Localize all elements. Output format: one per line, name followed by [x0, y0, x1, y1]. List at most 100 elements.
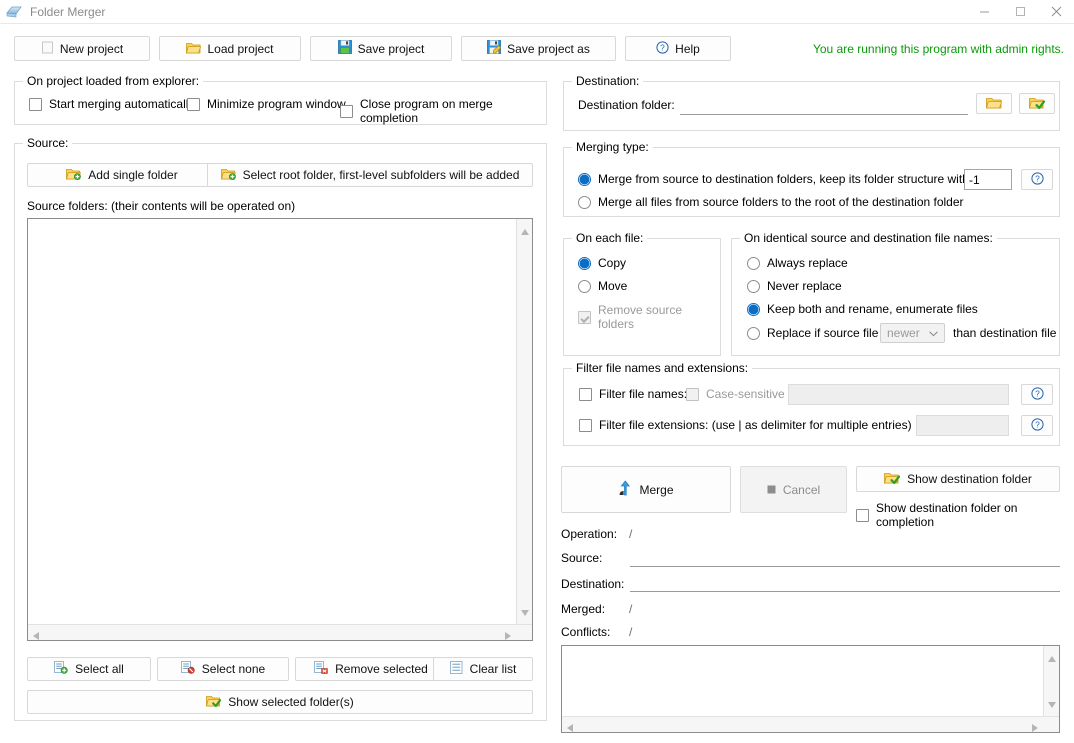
folder-check-icon: [1028, 96, 1046, 112]
filter-extensions-help-button[interactable]: ?: [1021, 415, 1053, 436]
checkbox-filter-file-names[interactable]: Filter file names:: [579, 387, 687, 401]
scroll-up-arrow-icon[interactable]: [521, 224, 529, 238]
explorer-options-title: On project loaded from explorer:: [23, 74, 204, 88]
radio-label: Merge from source to destination folders…: [598, 172, 1001, 186]
on-each-file-title: On each file:: [572, 231, 648, 245]
source-folders-listbox[interactable]: [27, 218, 533, 641]
select-root-folder-label: Select root folder, first-level subfolde…: [242, 168, 520, 182]
checkbox-box: [579, 387, 592, 401]
scroll-up-arrow-icon[interactable]: [1048, 651, 1056, 665]
status-value-conflicts: /: [629, 625, 633, 639]
filter-file-extensions-input[interactable]: [916, 415, 1009, 436]
radio-move[interactable]: Move: [578, 279, 627, 293]
show-destination-folder-label: Show destination folder: [907, 472, 1032, 486]
remove-selected-icon: [314, 661, 328, 677]
scroll-right-arrow-icon[interactable]: [505, 629, 511, 643]
explorer-options-group: On project loaded from explorer: Start m…: [14, 74, 547, 125]
select-all-icon: [54, 661, 68, 677]
filter-group-title: Filter file names and extensions:: [572, 361, 753, 375]
checkbox-show-destination-on-completion[interactable]: Show destination folder on completion: [856, 501, 1074, 529]
new-document-icon: [41, 41, 54, 57]
identical-names-group: On identical source and destination file…: [731, 231, 1060, 356]
show-destination-folder-icon-button[interactable]: [1019, 93, 1055, 114]
merge-arrow-icon: [618, 480, 632, 499]
checkbox-box: [686, 387, 699, 401]
radio-dot: [578, 195, 591, 209]
status-source-input: [630, 546, 1060, 567]
radio-label: Replace if source file is: [767, 326, 891, 340]
save-project-as-label: Save project as: [507, 41, 590, 56]
checkbox-close-program-on-merge-completion[interactable]: Close program on merge completion: [340, 97, 546, 125]
radio-dot: [578, 172, 591, 186]
checkbox-filter-file-extensions[interactable]: Filter file extensions: (use | as delimi…: [579, 418, 912, 432]
browse-destination-button[interactable]: [976, 93, 1012, 114]
checkbox-minimize-program-window[interactable]: Minimize program window: [187, 97, 346, 111]
log-horizontal-scrollbar[interactable]: [562, 716, 1059, 732]
radio-merge-keep-structure[interactable]: Merge from source to destination folders…: [578, 172, 1000, 186]
maximize-icon[interactable]: [1002, 0, 1038, 24]
open-folder-icon: [186, 41, 202, 57]
select-none-icon: [180, 661, 195, 677]
save-project-button[interactable]: Save project: [310, 36, 452, 61]
select-none-button[interactable]: Select none: [157, 657, 289, 681]
question-circle-icon: ?: [656, 40, 669, 57]
select-root-folder-button[interactable]: Select root folder, first-level subfolde…: [207, 163, 533, 187]
horizontal-scrollbar[interactable]: [28, 624, 532, 640]
source-group-title: Source:: [23, 136, 73, 150]
filter-names-help-button[interactable]: ?: [1021, 384, 1053, 405]
title-bar: Folder Merger: [0, 0, 1074, 24]
save-project-label: Save project: [357, 41, 425, 56]
checkbox-box: [187, 97, 200, 111]
scroll-down-arrow-icon[interactable]: [521, 605, 529, 619]
radio-copy[interactable]: Copy: [578, 256, 626, 270]
compare-suffix-label: than destination file: [953, 326, 1057, 340]
help-button[interactable]: ? Help: [625, 36, 731, 61]
minimize-icon[interactable]: [966, 0, 1002, 24]
radio-always-replace[interactable]: Always replace: [747, 256, 848, 270]
clear-list-button[interactable]: Clear list: [433, 657, 533, 681]
chevron-down-icon: [929, 326, 938, 340]
radio-label: Never replace: [767, 279, 842, 293]
merging-type-help-button[interactable]: ?: [1021, 169, 1053, 190]
radio-merge-all-to-root[interactable]: Merge all files from source folders to t…: [578, 195, 964, 209]
vertical-scrollbar[interactable]: [516, 219, 532, 640]
merging-type-title: Merging type:: [572, 140, 653, 154]
filter-file-names-input[interactable]: [788, 384, 1009, 405]
add-single-folder-button[interactable]: Add single folder: [27, 163, 217, 187]
scroll-left-arrow-icon[interactable]: [33, 629, 39, 643]
scroll-right-arrow-icon[interactable]: [1032, 721, 1038, 735]
checkbox-start-merging-automatically[interactable]: Start merging automatically: [29, 97, 194, 111]
radio-label: Keep both and rename, enumerate files: [767, 302, 978, 316]
radio-never-replace[interactable]: Never replace: [747, 279, 842, 293]
destination-folder-label: Destination folder:: [578, 98, 675, 112]
show-selected-folders-button[interactable]: Show selected folder(s): [27, 690, 533, 714]
identical-names-title: On identical source and destination file…: [740, 231, 997, 245]
close-icon[interactable]: [1038, 0, 1074, 24]
radio-keep-both-rename[interactable]: Keep both and rename, enumerate files: [747, 302, 978, 316]
save-project-as-button[interactable]: Save project as: [461, 36, 616, 61]
add-folder-icon: [66, 167, 82, 183]
new-project-button[interactable]: New project: [14, 36, 150, 61]
compare-newer-older-select[interactable]: newer: [880, 323, 945, 343]
checkbox-label: Filter file extensions: (use | as delimi…: [599, 418, 912, 432]
radio-label: Merge all files from source folders to t…: [598, 195, 964, 209]
load-project-button[interactable]: Load project: [159, 36, 301, 61]
scroll-left-arrow-icon[interactable]: [567, 721, 573, 735]
select-all-label: Select all: [75, 662, 124, 676]
merge-button[interactable]: Merge: [561, 466, 731, 513]
radio-replace-if-source-is[interactable]: Replace if source file is: [747, 326, 890, 340]
radio-dot: [578, 256, 591, 270]
remove-selected-button[interactable]: Remove selected: [295, 657, 447, 681]
structure-level-input[interactable]: [964, 169, 1012, 190]
select-all-button[interactable]: Select all: [27, 657, 151, 681]
folder-check-icon: [884, 471, 901, 487]
source-list-caption: Source folders: (their contents will be …: [27, 199, 296, 213]
window-title: Folder Merger: [30, 4, 106, 19]
radio-dot: [747, 279, 760, 293]
add-folder-icon: [220, 167, 236, 183]
destination-folder-input[interactable]: [680, 94, 968, 115]
log-output-box[interactable]: [561, 645, 1060, 733]
show-destination-folder-button[interactable]: Show destination folder: [856, 466, 1060, 492]
save-as-disk-icon: [487, 40, 502, 57]
scroll-down-arrow-icon[interactable]: [1048, 697, 1056, 711]
